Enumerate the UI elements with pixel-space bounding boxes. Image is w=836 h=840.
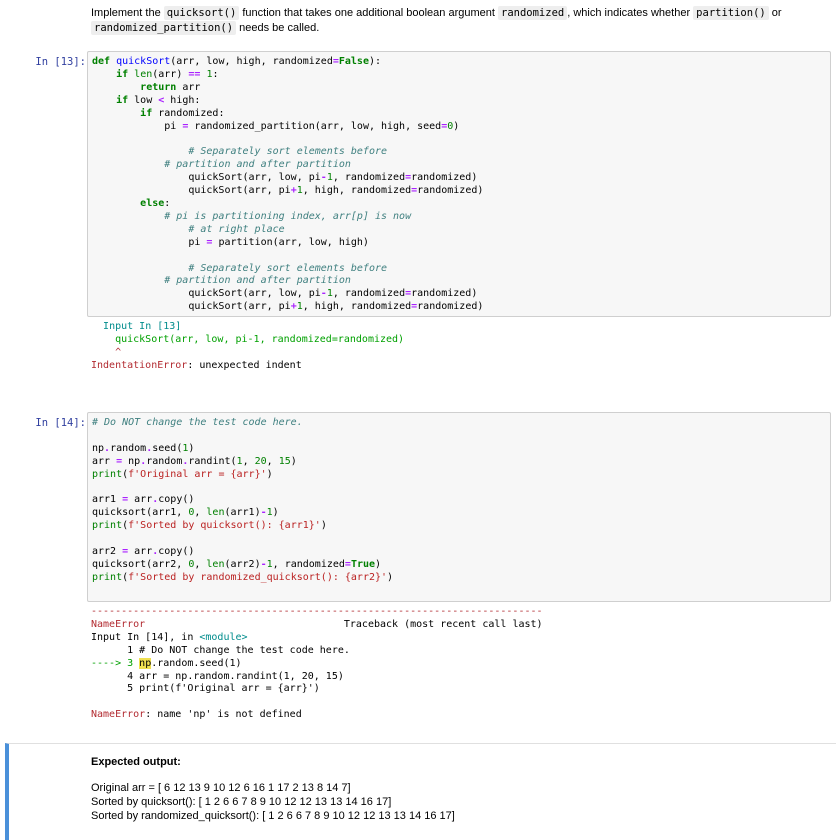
inline-code: partition() (693, 6, 769, 20)
expected-line: Sorted by randomized_quicksort(): [ 1 2 … (91, 810, 455, 822)
inline-code: randomized (498, 6, 568, 20)
inline-code: quicksort() (163, 6, 240, 20)
cell-output-traceback: ----------------------------------------… (91, 606, 543, 721)
expected-line: Original arr = [ 6 12 13 9 10 12 6 16 1 … (91, 782, 351, 794)
code-cell-input[interactable]: # Do NOT change the test code here. np.r… (87, 412, 831, 602)
expected-output-cell: Expected output: Original arr = [ 6 12 1… (5, 743, 836, 840)
expected-line: Sorted by quicksort(): [ 1 2 6 6 7 8 9 1… (91, 796, 392, 808)
cell-prompt: In [14]: (35, 417, 86, 429)
code-cell-input[interactable]: def quickSort(arr, low, high, randomized… (87, 51, 831, 317)
code-editor[interactable]: def quickSort(arr, low, high, randomized… (88, 52, 830, 318)
expected-output-heading: Expected output: (91, 756, 181, 768)
cell-prompt: In [13]: (35, 56, 86, 68)
cell-output-error: Input In [13] quickSort(arr, low, pi-1, … (91, 321, 405, 371)
inline-code: randomized_partition() (91, 21, 237, 35)
expected-output-lines: Original arr = [ 6 12 13 9 10 12 6 16 1 … (91, 781, 455, 823)
markdown-instructions: Implement the quicksort() function that … (91, 6, 782, 35)
code-editor[interactable]: # Do NOT change the test code here. np.r… (88, 413, 830, 589)
